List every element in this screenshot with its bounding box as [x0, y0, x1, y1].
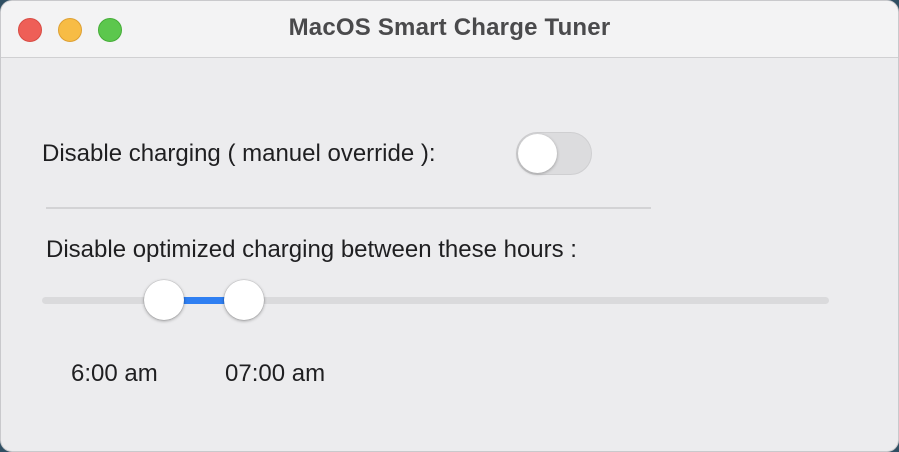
section-divider: [46, 207, 651, 209]
start-time-label: 6:00 am: [71, 360, 158, 387]
override-toggle[interactable]: [516, 132, 592, 175]
hours-range-slider[interactable]: [42, 280, 829, 322]
window-title: MacOS Smart Charge Tuner: [288, 14, 611, 41]
app-window: MacOS Smart Charge Tuner Disable chargin…: [0, 0, 899, 452]
end-hour-thumb[interactable]: [224, 280, 265, 320]
toggle-knob: [518, 134, 557, 173]
start-hour-thumb[interactable]: [143, 280, 184, 320]
end-time-label: 07:00 am: [225, 360, 326, 387]
override-label: Disable charging ( manuel override ):: [42, 140, 436, 167]
hours-label: Disable optimized charging between these…: [46, 236, 577, 263]
title-bar[interactable]: MacOS Smart Charge Tuner: [1, 1, 898, 58]
